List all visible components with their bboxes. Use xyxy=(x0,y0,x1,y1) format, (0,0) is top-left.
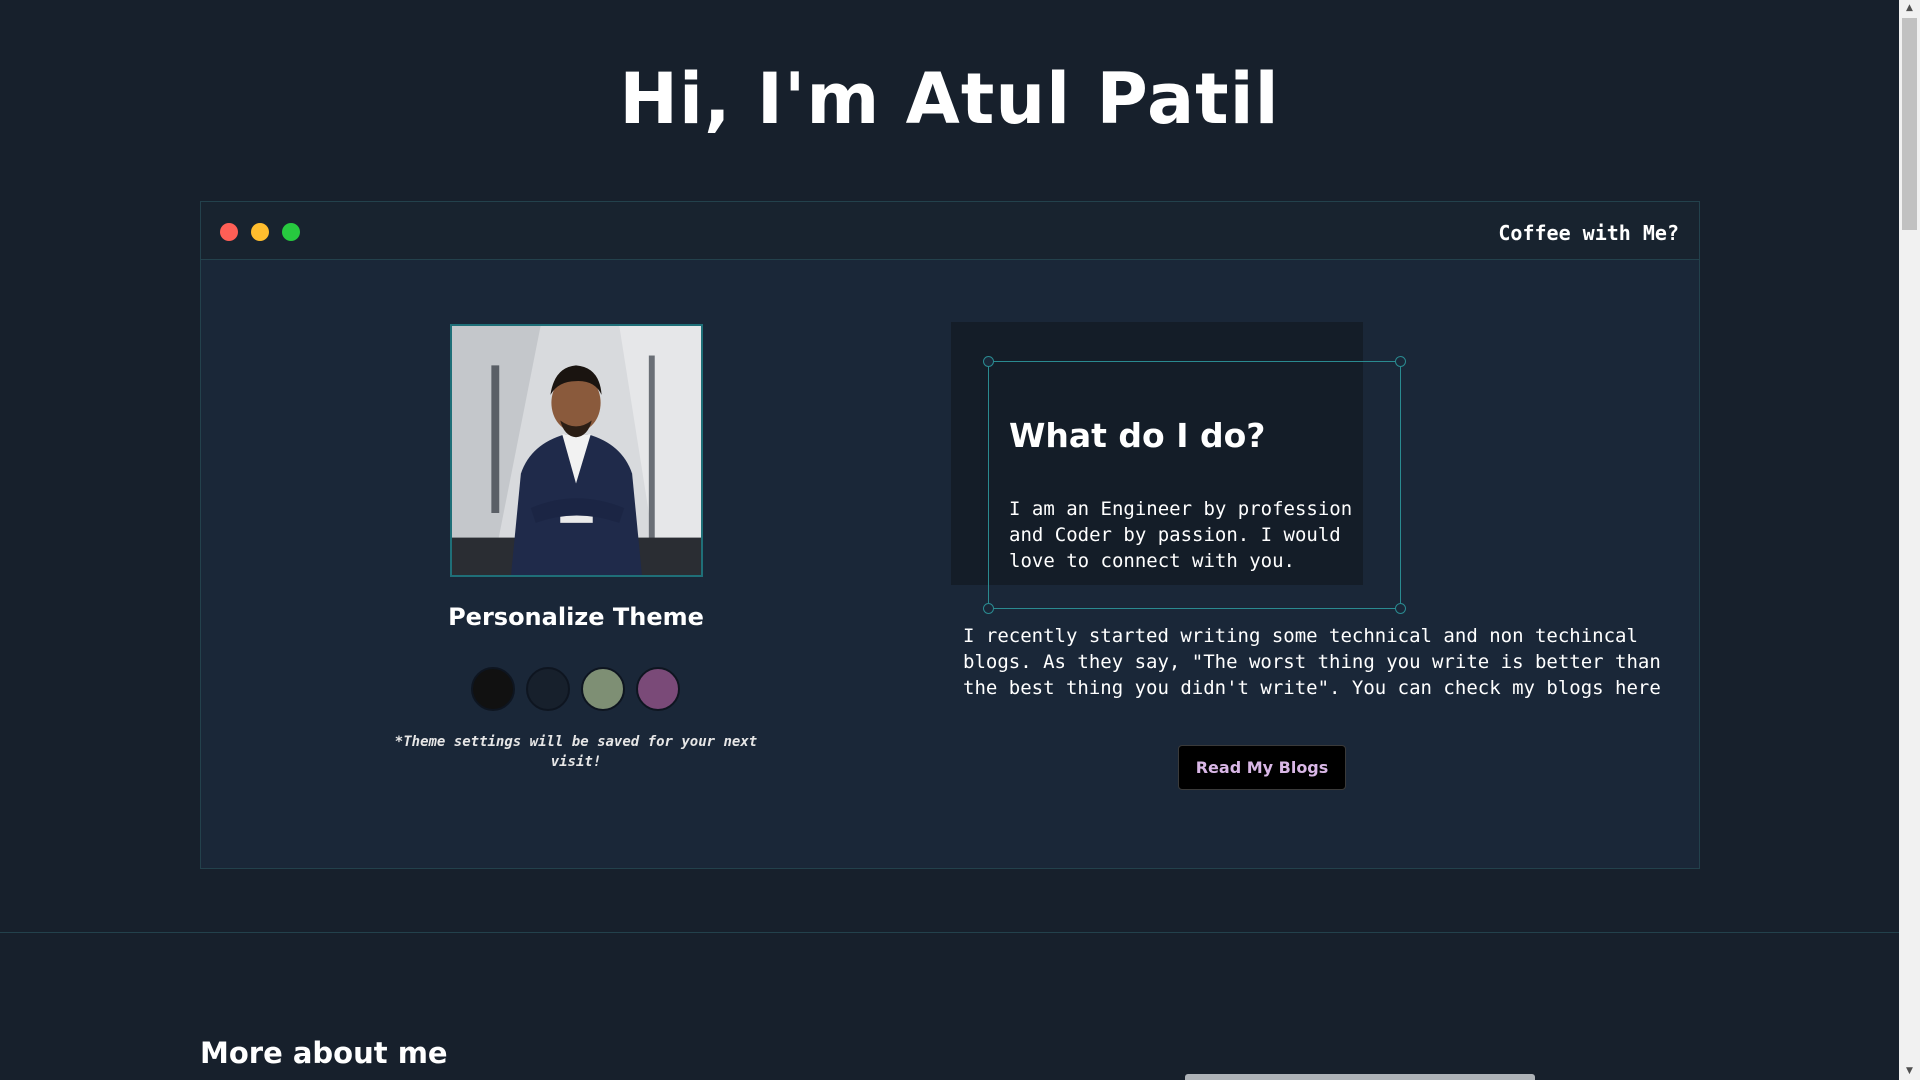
theme-swatch-black[interactable] xyxy=(471,667,515,711)
resize-handle-top-right xyxy=(1395,356,1406,367)
theme-note: *Theme settings will be saved for your n… xyxy=(394,734,758,770)
scroll-thumb[interactable] xyxy=(1902,18,1917,230)
card-text: I am an Engineer by profession and Coder… xyxy=(1009,498,1353,572)
resize-handle-top-left xyxy=(983,356,994,367)
scroll-down-arrow-icon[interactable]: ▼ xyxy=(1899,1063,1920,1080)
window-title-bar: Coffee with Me? xyxy=(201,202,1699,260)
theme-swatch-sage[interactable] xyxy=(581,667,625,711)
theme-swatch-plum[interactable] xyxy=(636,667,680,711)
profile-photo-illustration xyxy=(452,326,701,575)
more-about-me-title: More about me xyxy=(200,1036,448,1070)
blogs-text: I recently started writing some technica… xyxy=(963,625,1661,699)
coffee-link[interactable]: Coffee with Me? xyxy=(1498,221,1679,245)
card-title: What do I do? xyxy=(1009,416,1266,455)
next-section-card xyxy=(1185,1074,1535,1080)
maximize-dot-icon xyxy=(282,223,300,241)
resize-handle-bottom-left xyxy=(983,603,994,614)
read-blogs-button[interactable]: Read My Blogs xyxy=(1178,745,1346,790)
scroll-up-arrow-icon[interactable]: ▲ xyxy=(1899,0,1920,17)
section-divider xyxy=(0,932,1899,933)
theme-swatch-navy[interactable] xyxy=(526,667,570,711)
personalize-theme-title: Personalize Theme xyxy=(448,603,704,631)
profile-photo xyxy=(450,324,703,577)
what-do-i-do-card: What do I do? I am an Engineer by profes… xyxy=(983,356,1406,614)
hero-title: Hi, I'm Atul Patil xyxy=(619,58,1280,140)
resize-handle-bottom-right xyxy=(1395,603,1406,614)
vertical-scrollbar[interactable]: ▲ ▼ xyxy=(1899,0,1920,1080)
close-dot-icon xyxy=(220,223,238,241)
minimize-dot-icon xyxy=(251,223,269,241)
terminal-window: Coffee with Me? Personalize Theme *Theme… xyxy=(200,201,1700,869)
page: Hi, I'm Atul Patil Coffee with Me? Perso… xyxy=(0,0,1899,1080)
